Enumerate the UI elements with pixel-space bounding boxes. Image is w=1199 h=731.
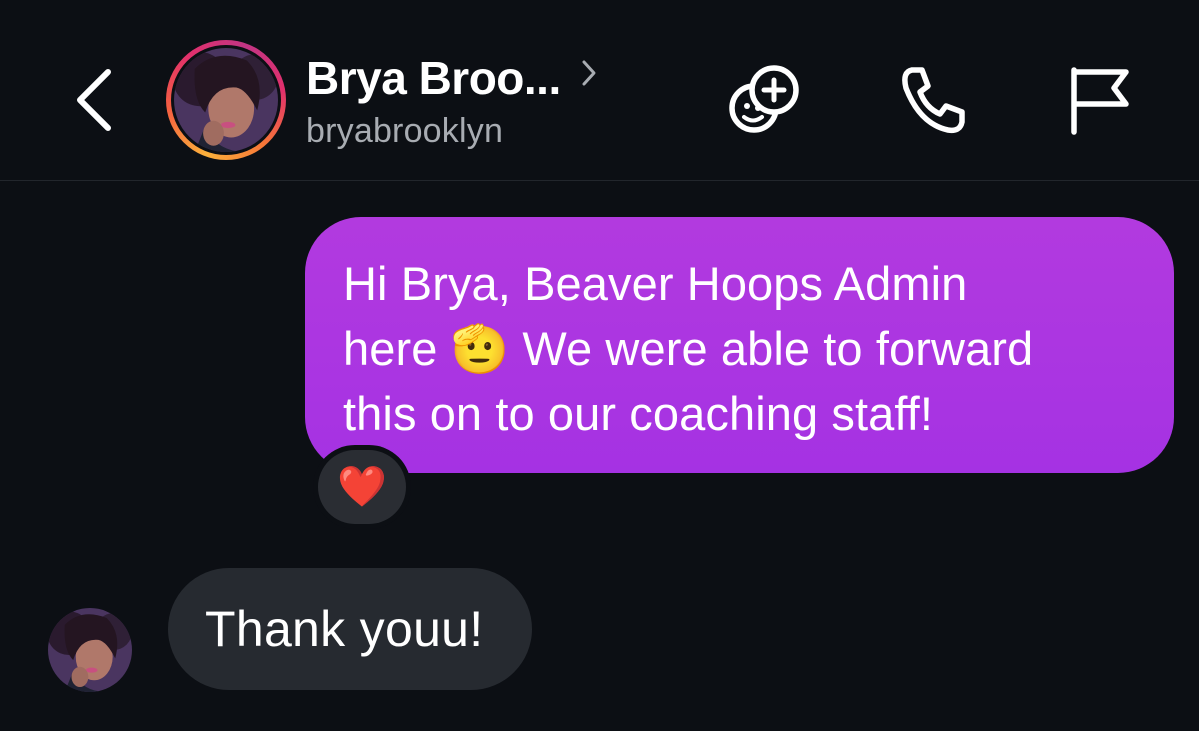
username: bryabrooklyn xyxy=(306,112,504,150)
message-line: here 🫡 We were able to forward xyxy=(343,322,1034,375)
incoming-message[interactable]: Thank youu! xyxy=(168,568,532,690)
outgoing-message[interactable]: Hi Brya, Beaver Hoops Admin here 🫡 We we… xyxy=(305,217,1174,473)
sender-avatar[interactable] xyxy=(48,608,132,692)
profile-name-row[interactable]: Brya Broo... xyxy=(306,50,599,106)
avatar[interactable] xyxy=(174,48,278,152)
message-line: this on to our coaching staff! xyxy=(343,387,933,440)
chat-header: Brya Broo... bryabrooklyn xyxy=(0,0,1199,181)
add-effects-icon[interactable] xyxy=(722,58,806,142)
heart-reaction[interactable]: ❤️ xyxy=(318,450,406,524)
chevron-right-icon xyxy=(582,60,596,86)
display-name: Brya Broo... xyxy=(306,52,561,104)
phone-icon[interactable] xyxy=(890,58,974,142)
message-line: Hi Brya, Beaver Hoops Admin xyxy=(343,257,968,310)
flag-icon[interactable] xyxy=(1056,58,1140,142)
back-chevron-icon[interactable] xyxy=(66,62,126,138)
